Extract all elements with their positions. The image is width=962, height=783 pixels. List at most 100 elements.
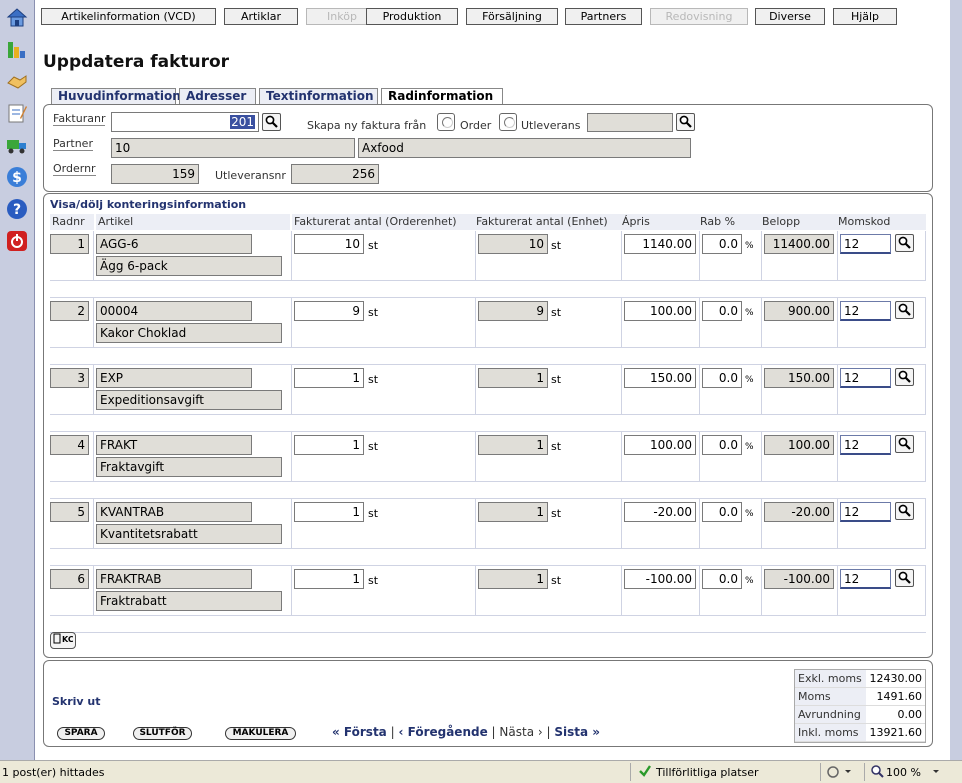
row-price-input[interactable]: 1140.00 (624, 234, 696, 254)
row-qty-order-input[interactable]: 1 (294, 368, 364, 388)
utleverans-radio-label: Utleverans (521, 119, 581, 132)
fakturanr-label: Fakturanr (53, 112, 106, 126)
row-amount-field: 900.00 (764, 301, 834, 321)
tab-adresser[interactable]: Adresser (179, 88, 256, 104)
row-kontering-spacer (50, 617, 926, 633)
row-price-input[interactable]: 100.00 (624, 435, 696, 455)
nav-tab-diverse[interactable]: Diverse (755, 8, 825, 25)
chart-icon[interactable] (6, 38, 28, 60)
row-price-input[interactable]: 100.00 (624, 301, 696, 321)
utleverans-input[interactable] (587, 113, 673, 132)
zoom-level[interactable]: 100 % (886, 766, 921, 779)
chevron-down-icon[interactable] (932, 764, 940, 781)
pager-last[interactable]: Sista » (554, 725, 600, 739)
nav-tab-forsaljning[interactable]: Försäljning (466, 8, 558, 25)
power-icon[interactable] (6, 230, 28, 252)
total-row: Exkl. moms 12430.00 (795, 670, 925, 688)
row-vat-code-input[interactable]: 12 (840, 368, 891, 388)
utleverans-radio[interactable] (499, 113, 517, 131)
row-qty-order-unit: st (368, 239, 379, 252)
row-discount-input[interactable]: 0.0 (702, 435, 742, 455)
finish-button[interactable]: SLUTFÖR (133, 727, 192, 740)
row-article-description: Kvantitetsrabatt (96, 524, 282, 544)
row-qty-order-input[interactable]: 10 (294, 234, 364, 254)
row-kontering-spacer (50, 483, 926, 499)
total-row: Avrundning 0.00 (795, 706, 925, 724)
row-qty-unit-field: 1 (478, 569, 548, 589)
nav-tab-partners[interactable]: Partners (565, 8, 642, 25)
handshake-icon[interactable] (6, 70, 28, 92)
row-qty-unit-unit: st (551, 440, 562, 453)
row-discount-input[interactable]: 0.0 (702, 368, 742, 388)
truck-icon[interactable] (6, 134, 28, 156)
row-article-code: 00004 (96, 301, 252, 321)
search-icon (898, 236, 911, 249)
row-qty-order-unit: st (368, 507, 379, 520)
row-price-input[interactable]: 150.00 (624, 368, 696, 388)
home-icon[interactable] (6, 6, 28, 28)
partner-name-field: Axfood (358, 138, 691, 158)
search-icon (898, 504, 911, 517)
row-vat-code-input[interactable]: 12 (840, 502, 891, 522)
row-vat-search-button[interactable] (895, 301, 914, 319)
dollar-icon[interactable]: $ (6, 166, 28, 188)
row-discount-input[interactable]: 0.0 (702, 301, 742, 321)
row-qty-unit-unit: st (551, 574, 562, 587)
row-vat-code-input[interactable]: 12 (840, 435, 891, 455)
row-qty-unit-unit: st (551, 373, 562, 386)
notepad-icon[interactable] (6, 102, 28, 124)
col-antal-orderenhet: Fakturerat antal (Orderenhet) (292, 214, 474, 230)
row-vat-search-button[interactable] (895, 569, 914, 587)
order-radio[interactable] (437, 113, 455, 131)
row-discount-input[interactable]: 0.0 (702, 569, 742, 589)
row-vat-code-input[interactable]: 12 (840, 301, 891, 321)
row-qty-order-input[interactable]: 1 (294, 435, 364, 455)
save-button[interactable]: SPARA (57, 727, 105, 740)
row-vat-search-button[interactable] (895, 234, 914, 252)
row-vat-code-input[interactable]: 12 (840, 234, 891, 254)
fakturanr-input[interactable]: 201 (111, 112, 259, 132)
row-vat-search-button[interactable] (895, 368, 914, 386)
tab-radinformation[interactable]: Radinformation (381, 88, 503, 104)
row-qty-order-input[interactable]: 1 (294, 502, 364, 522)
zoom-icon[interactable] (870, 764, 884, 781)
kontering-button[interactable]: KC (50, 632, 76, 649)
tab-huvudinformation[interactable]: Huvudinformation (51, 88, 181, 104)
row-price-input[interactable]: -100.00 (624, 569, 696, 589)
invoice-row: 6 FRAKTRAB Fraktrabatt 1st 1st -100.00 0.0% -10… (50, 566, 926, 616)
row-qty-unit-field: 9 (478, 301, 548, 321)
total-row: Inkl. moms 13921.60 (795, 724, 925, 742)
toggle-kontering-link[interactable]: Visa/dölj konteringsinformation (50, 198, 246, 211)
pager-previous[interactable]: ‹ Föregående (398, 725, 487, 739)
nav-tab-hjalp[interactable]: Hjälp (833, 8, 897, 25)
row-number: 5 (50, 502, 89, 522)
fakturanr-search-button[interactable] (262, 113, 281, 131)
nav-tab-artikelinformation[interactable]: Artikelinformation (VCD) (41, 8, 216, 25)
row-vat-search-button[interactable] (895, 502, 914, 520)
row-article-code: EXP (96, 368, 252, 388)
row-price-input[interactable]: -20.00 (624, 502, 696, 522)
row-discount-input[interactable]: 0.0 (702, 234, 742, 254)
nav-tab-artiklar[interactable]: Artiklar (224, 8, 298, 25)
total-value: 12430.00 (865, 670, 925, 687)
nav-tab-produktion[interactable]: Produktion (366, 8, 458, 25)
status-text: 1 post(er) hittades (2, 766, 105, 779)
help-icon[interactable]: ? (6, 198, 28, 220)
privacy-icon[interactable] (826, 764, 852, 781)
row-qty-order-input[interactable]: 1 (294, 569, 364, 589)
row-vat-search-button[interactable] (895, 435, 914, 453)
row-article-code: FRAKTRAB (96, 569, 252, 589)
row-number: 4 (50, 435, 89, 455)
print-link[interactable]: Skriv ut (52, 695, 101, 708)
utleverans-search-button[interactable] (676, 113, 695, 131)
invoice-row: 5 KVANTRAB Kvantitetsrabatt 1st 1st -20.00 0.0… (50, 499, 926, 549)
void-button[interactable]: MAKULERA (225, 727, 296, 740)
row-discount-input[interactable]: 0.0 (702, 502, 742, 522)
pager-first[interactable]: « Första (332, 725, 387, 739)
col-artikel: Artikel (96, 214, 290, 230)
row-vat-code-input[interactable]: 12 (840, 569, 891, 589)
tab-textinformation[interactable]: Textinformation (259, 88, 378, 104)
row-article-description: Fraktrabatt (96, 591, 282, 611)
pager-separator: | (390, 725, 395, 739)
row-qty-order-input[interactable]: 9 (294, 301, 364, 321)
